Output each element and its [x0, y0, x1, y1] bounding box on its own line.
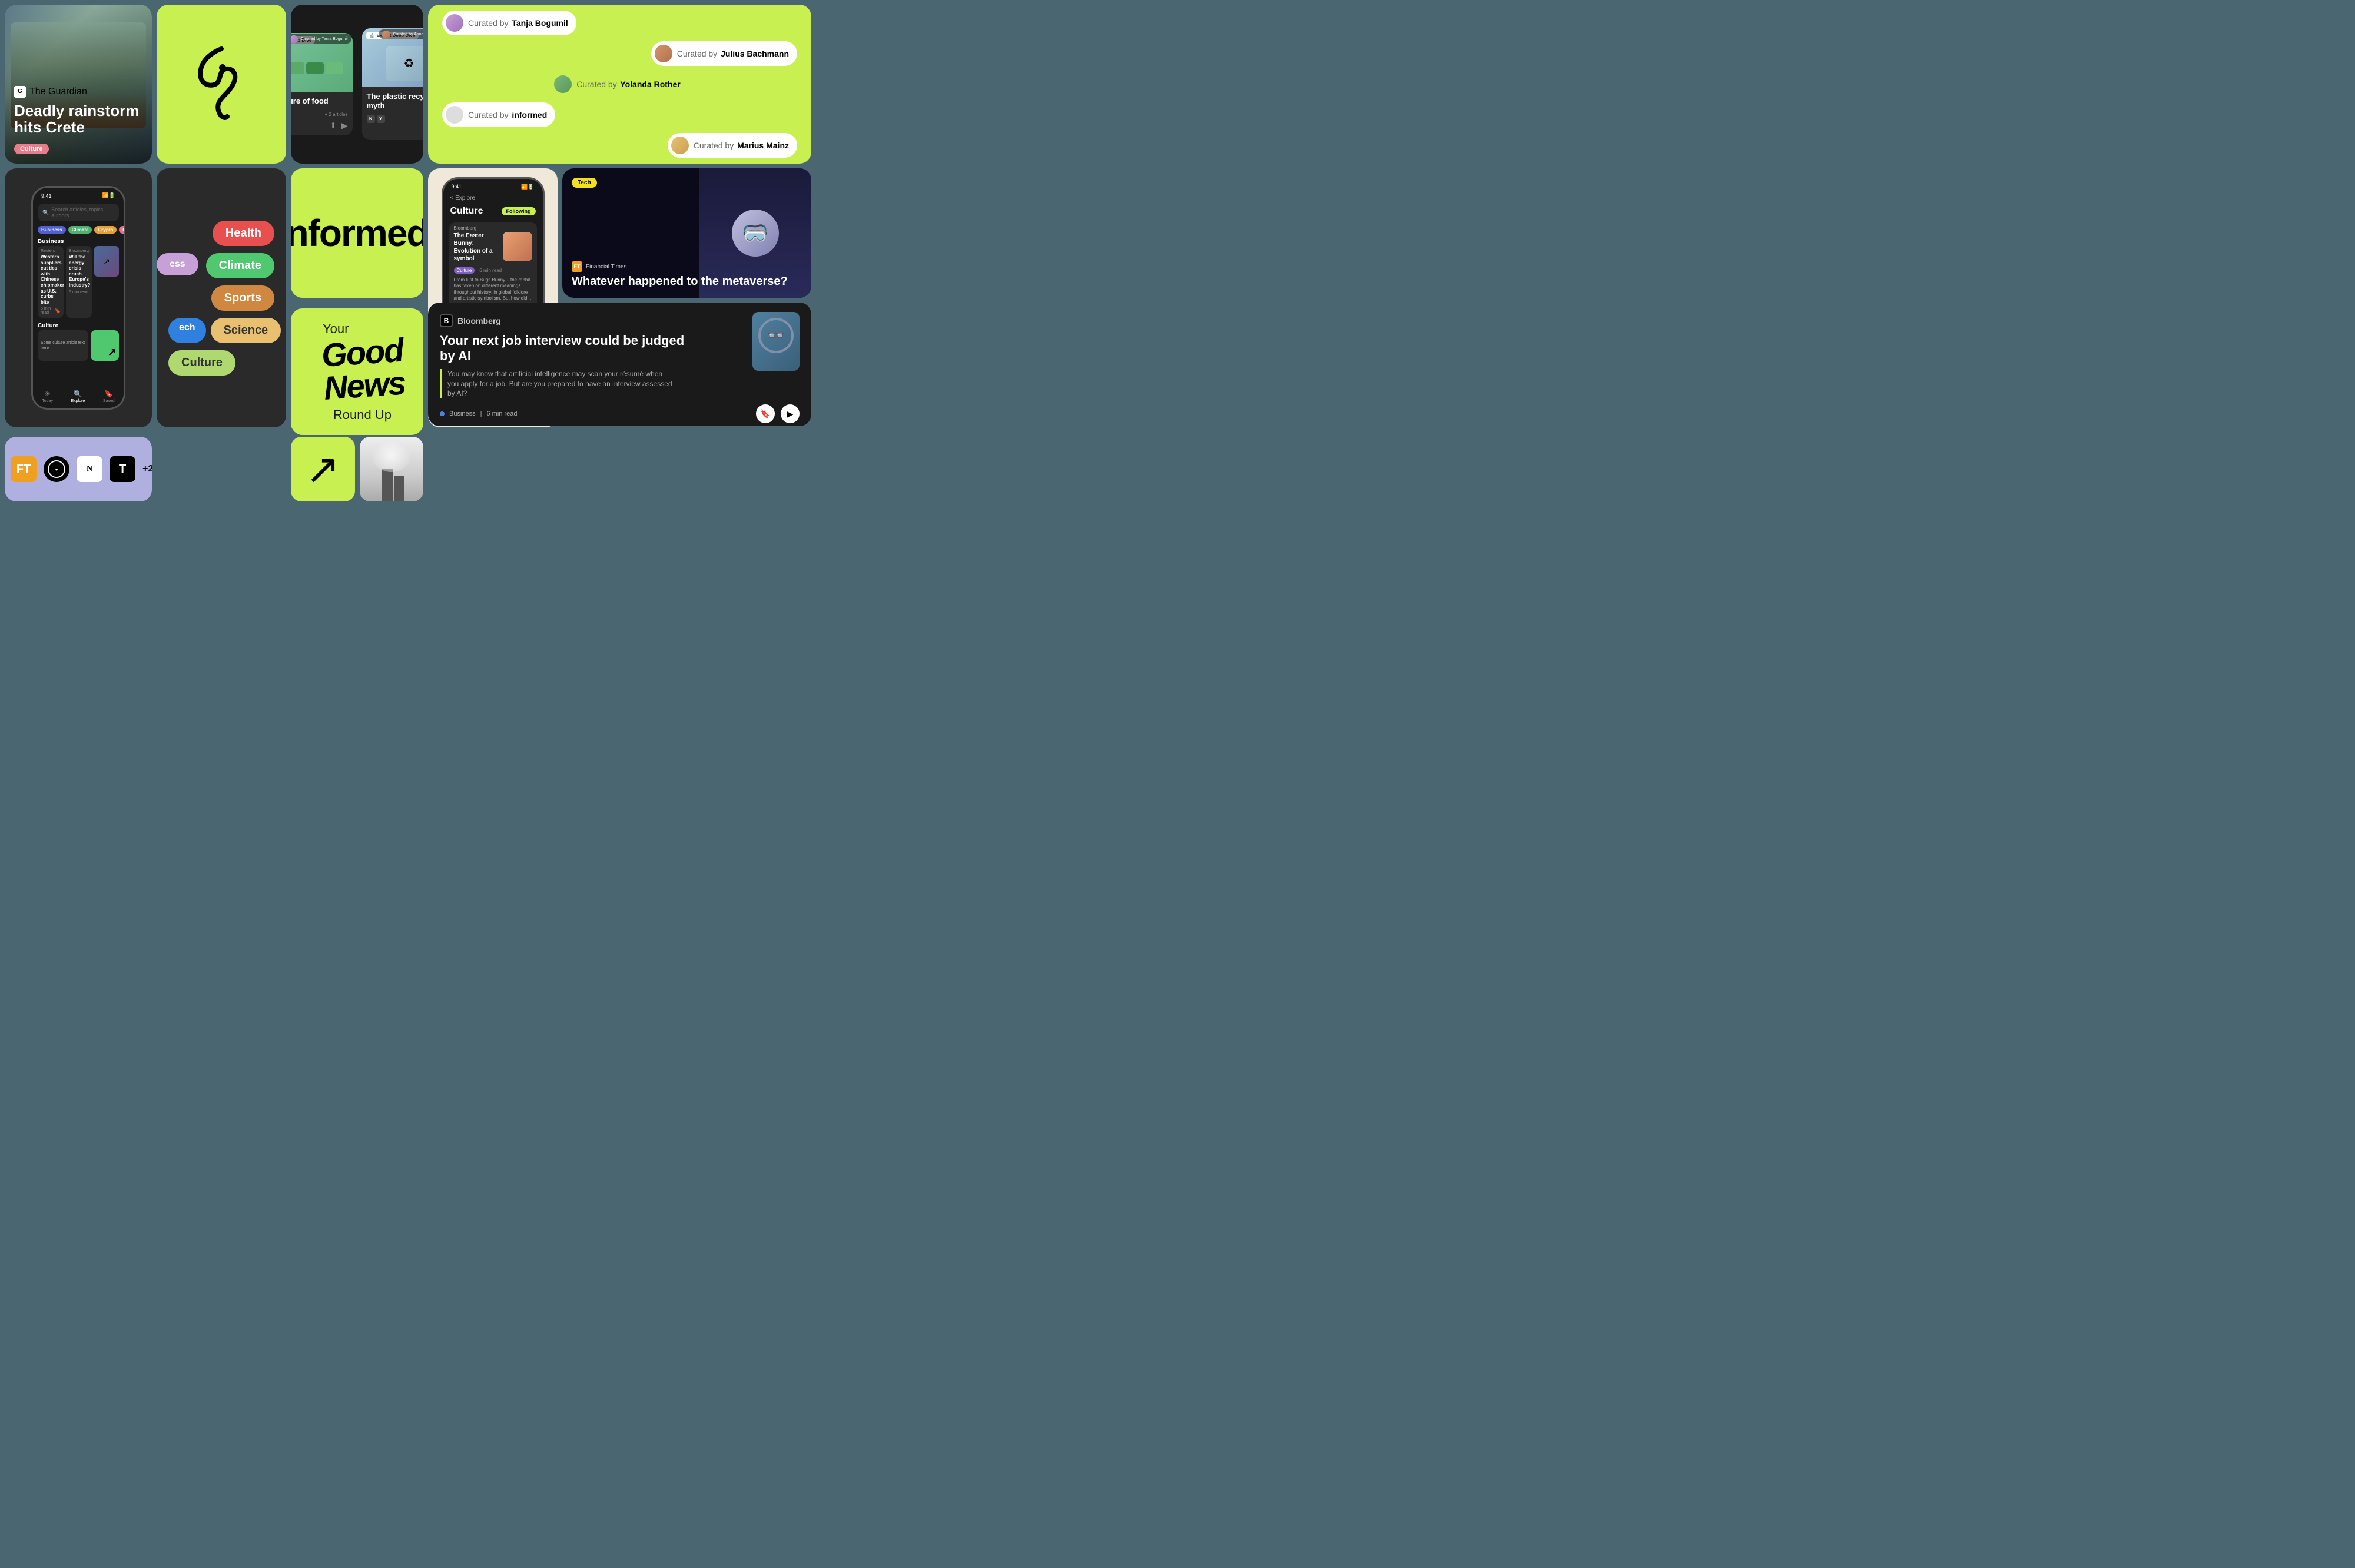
phone2-following-badge[interactable]: Following	[502, 207, 536, 215]
phone2-status: 9:41 📶🔋	[443, 179, 543, 192]
arrow-box: ↗	[291, 437, 355, 501]
phone2-a1-source: Bloomberg	[449, 222, 537, 232]
tech-source: FT Financial Times	[572, 261, 802, 272]
phone2-a1-meta: Culture 6 min read	[449, 267, 537, 277]
food-card-title: The future of food	[291, 97, 348, 106]
phone-culture-section: Culture	[33, 320, 124, 330]
curated-section: Curated by Tanja Bogumil Curated by Juli…	[428, 5, 811, 164]
curator-pill-2[interactable]: Curated by Julius Bachmann	[651, 41, 797, 66]
bloomberg-play-btn[interactable]: ▶	[781, 404, 800, 423]
tech-badge[interactable]: Tech	[572, 178, 597, 188]
phone-search-bar[interactable]: 🔍 Search articles, topics, authors	[38, 204, 119, 221]
good-news-text: Good News	[320, 334, 394, 405]
phone2-a1-title: The Easter Bunny: Evolution of a symbol	[454, 232, 499, 263]
good-news-roundup: Round Up	[333, 407, 392, 423]
informed-wordmark: informed.	[291, 211, 423, 255]
bloomberg-logo-icon: B	[440, 314, 453, 327]
pub-t: T	[110, 456, 135, 482]
culture-green-tile: ↗	[91, 330, 119, 361]
bp-vr-icon: 👓	[758, 318, 794, 353]
phone-culture-row: Some culture article text here ↗	[33, 330, 124, 361]
phone2-culture-title: Culture	[450, 206, 483, 217]
phone2-culture-tag: Culture	[454, 267, 475, 274]
pub-nyt: N	[77, 456, 102, 482]
phone-nav-saved[interactable]: 🔖 Saved	[103, 390, 115, 403]
guardian-logo-icon: G	[14, 86, 26, 98]
app-logo-card	[157, 5, 286, 164]
good-news-card[interactable]: Your Good News Round Up	[291, 308, 423, 435]
tag-business[interactable]: Business	[38, 226, 66, 234]
topic-business[interactable]: ess	[157, 253, 198, 275]
tag-climate[interactable]: Climate	[68, 226, 92, 234]
topic-culture[interactable]: Culture	[168, 350, 236, 376]
tech-card[interactable]: Tech 🥽 FT Financial Times Whatever happe…	[562, 168, 811, 298]
culture-article-1[interactable]: Some culture article text here	[38, 330, 88, 361]
guardian-headline: Deadly rainstorm hits Crete	[14, 102, 142, 136]
ft-logo-icon: FT	[572, 261, 582, 272]
guardian-card[interactable]: G The Guardian Deadly rainstorm hits Cre…	[5, 5, 152, 164]
arrow-smoke-row: ↗	[291, 437, 423, 501]
curator-pill-4[interactable]: Curated by informed	[442, 102, 555, 127]
bloomberg-description: You may know that artificial intelligenc…	[440, 369, 674, 398]
bm-category-dot	[440, 411, 445, 416]
curator-pill-3[interactable]: Curated by Yolanda Rother	[550, 72, 689, 97]
phone-nav-today[interactable]: ☀ Today	[42, 390, 53, 403]
topic-science[interactable]: Science	[211, 318, 281, 343]
tag-crypto[interactable]: Crypto	[94, 226, 117, 234]
bloomberg-actions: 🔖 ▶	[756, 404, 800, 423]
publishers-section: B FT ● N T +2 more	[5, 437, 152, 501]
phone-article-2[interactable]: Bloomberg Will the energy crisis crush E…	[66, 246, 92, 318]
bloomberg-meta: Business | 6 min read	[440, 410, 517, 417]
topic-tech[interactable]: ech	[168, 318, 206, 343]
plastic-card[interactable]: 🔬Expert Deep Dive Curated by Anna Maria …	[362, 28, 424, 140]
phone-mockup: 9:41 📶🔋 🔍 Search articles, topics, autho…	[5, 168, 152, 427]
phone-business-section: Business	[33, 236, 124, 246]
phone-nav-explore[interactable]: 🔍 Explore	[71, 390, 85, 403]
plastic-card-meta: N Y + 2 articles	[367, 115, 424, 123]
bloomberg-bookmark-btn[interactable]: 🔖	[756, 404, 775, 423]
topic-health[interactable]: Health	[213, 221, 274, 246]
phone-tags-row: Business Climate Crypto Culture	[33, 224, 124, 236]
bloomberg-name: Bloomberg	[457, 316, 501, 325]
bloomberg-person-image: 👓	[752, 312, 800, 371]
informed-logo-icon	[186, 43, 257, 125]
topics-section: Health ess Climate Sports ech Science Cu…	[157, 168, 286, 427]
pub-more-count: +2 more	[142, 464, 152, 474]
tag-culture[interactable]: Culture	[119, 226, 124, 234]
news-cards-section: 🔬Expert Deep Dive Curated by Tanja Bogum…	[291, 5, 423, 164]
phone-frame: 9:41 📶🔋 🔍 Search articles, topics, autho…	[31, 186, 125, 410]
phone-bottom-nav: ☀ Today 🔍 Explore 🔖 Saved	[33, 386, 124, 408]
food-card-meta: I N N + 2 articles	[291, 110, 348, 118]
phone-articles: Reuters Western suppliers cut ties with …	[33, 246, 124, 318]
guardian-source-text: The Guardian	[29, 87, 87, 97]
culture-badge[interactable]: Culture	[14, 144, 49, 154]
phone2-culture-header: Culture Following	[443, 204, 543, 219]
phone-article-1[interactable]: Reuters Western suppliers cut ties with …	[38, 246, 64, 318]
pub-ft: FT	[11, 456, 37, 482]
guardian-source: G The Guardian	[14, 86, 142, 98]
pub-circle-logo: ●	[44, 456, 69, 482]
tech-headline: Whatever happened to the metaverse?	[572, 274, 802, 288]
smoke-box	[360, 437, 424, 501]
phone2-header: < Explore	[443, 192, 543, 204]
bloomberg-header: B Bloomberg	[440, 314, 800, 327]
bloomberg-footer: Business | 6 min read 🔖 ▶	[440, 404, 800, 423]
food-card[interactable]: 🔬Expert Deep Dive Curated by Tanja Bogum…	[291, 33, 353, 136]
bloomberg-article-card[interactable]: B Bloomberg 👓 Your next job interview co…	[428, 303, 811, 426]
informed-wordmark-card: informed.	[291, 168, 423, 298]
topic-climate[interactable]: Climate	[206, 253, 274, 278]
phone-status-bar: 9:41 📶🔋	[33, 188, 124, 201]
curator-pill-1[interactable]: Curated by Tanja Bogumil	[442, 11, 576, 35]
phone-article-img: ↗	[94, 246, 119, 277]
phone2-back[interactable]: < Explore	[450, 195, 476, 201]
bloomberg-headline: Your next job interview could be judged …	[440, 333, 692, 364]
curator-pill-5[interactable]: Curated by Marius Mainz	[668, 133, 797, 158]
topic-sports[interactable]: Sports	[211, 285, 274, 311]
plastic-card-title: The plastic recycling myth	[367, 92, 424, 110]
